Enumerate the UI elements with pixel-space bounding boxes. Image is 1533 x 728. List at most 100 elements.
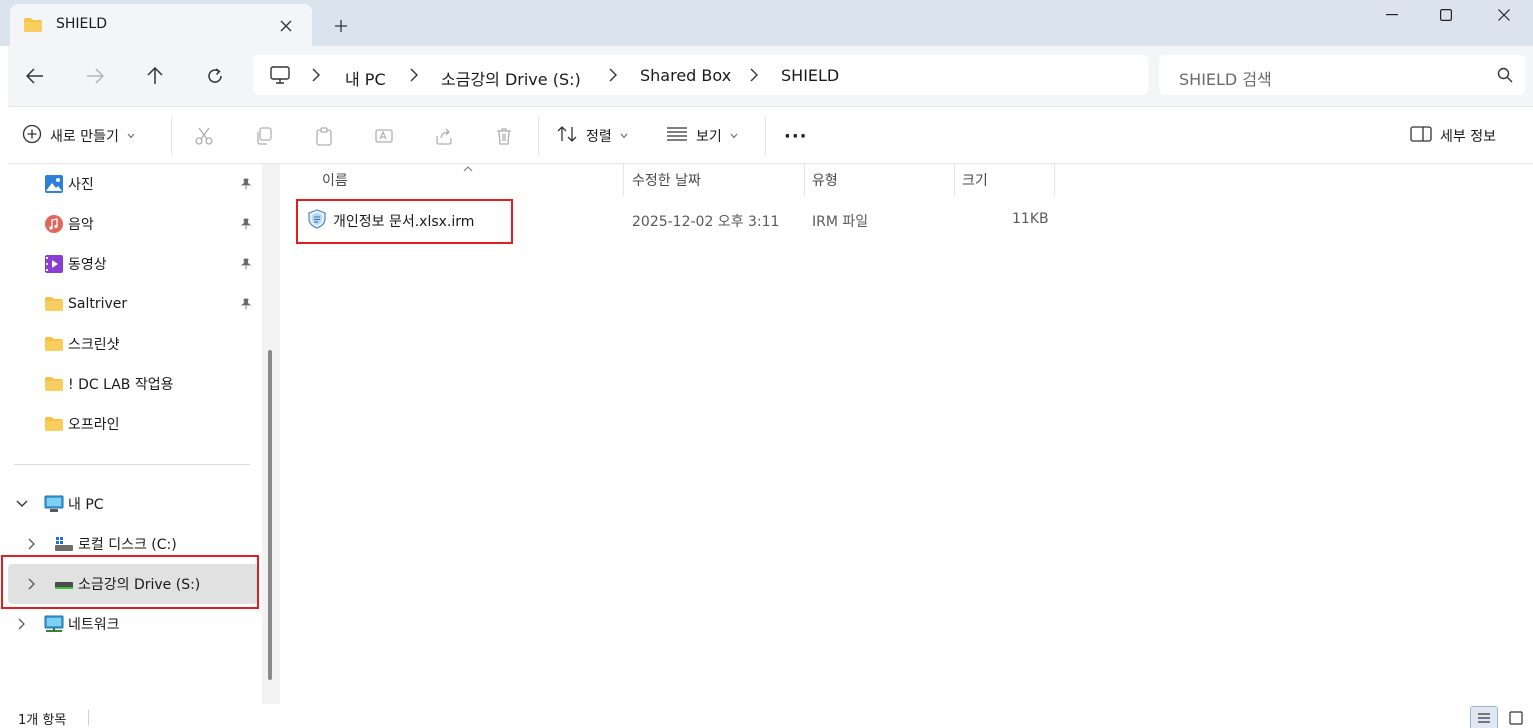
sidebar-divider [14, 464, 250, 465]
refresh-button[interactable] [198, 60, 232, 92]
toolbar-divider [538, 117, 539, 155]
sidebar-item-videos[interactable]: 동영상 [44, 246, 107, 282]
column-divider[interactable] [623, 164, 624, 196]
chevron-down-icon [620, 131, 628, 142]
pin-icon [240, 298, 252, 314]
toolbar-divider [765, 117, 766, 155]
sort-ascending-icon [463, 162, 473, 175]
computer-icon [270, 66, 290, 88]
sidebar-item-saltriver[interactable]: Saltriver [44, 286, 127, 322]
delete-icon[interactable] [492, 125, 516, 147]
rename-icon[interactable] [372, 125, 396, 147]
computer-icon [44, 494, 64, 514]
view-icon [666, 126, 688, 146]
search-box[interactable]: SHIELD 검색 [1159, 55, 1525, 95]
new-tab-button[interactable] [326, 12, 356, 40]
tab-shield[interactable]: SHIELD [10, 4, 312, 46]
sidebar-item-music[interactable]: 음악 [44, 206, 94, 242]
close-tab-icon[interactable] [272, 12, 300, 40]
sort-icon [556, 125, 578, 147]
sort-label: 정렬 [586, 129, 612, 145]
column-header-name[interactable]: 이름 [322, 164, 348, 196]
share-icon[interactable] [432, 125, 456, 147]
search-input[interactable]: SHIELD 검색 [1179, 66, 1272, 90]
chevron-down-icon [127, 131, 135, 142]
drive-icon [54, 534, 74, 554]
tab-title: SHIELD [56, 16, 107, 32]
back-button[interactable] [18, 60, 52, 92]
chevron-right-icon [608, 67, 618, 87]
view-label: 보기 [696, 129, 722, 145]
status-bar: 1개 항목 [0, 704, 1533, 728]
column-header-size[interactable]: 크기 [962, 164, 988, 196]
scrollbar-thumb[interactable] [268, 350, 272, 680]
toolbar-divider [171, 117, 172, 155]
cut-icon[interactable] [192, 125, 216, 147]
sidebar-scrollbar[interactable] [262, 164, 280, 704]
breadcrumb-shared-box[interactable]: Shared Box [640, 66, 731, 85]
sidebar-item-network[interactable]: 네트워크 [44, 606, 120, 642]
details-pane-icon [1410, 126, 1432, 146]
paste-icon[interactable] [312, 125, 336, 147]
chevron-down-icon[interactable] [14, 496, 30, 512]
network-icon [44, 614, 64, 634]
chevron-right-icon[interactable] [24, 536, 40, 552]
sidebar-item-dc-lab[interactable]: ! DC LAB 작업용 [44, 366, 173, 402]
breadcrumb-shield[interactable]: SHIELD [781, 66, 839, 85]
folder-icon [44, 294, 64, 314]
maximize-button[interactable] [1416, 0, 1476, 30]
new-button[interactable]: 새로 만들기 [22, 107, 135, 165]
forward-button[interactable] [78, 60, 112, 92]
chevron-right-icon[interactable] [14, 616, 30, 632]
details-view-button[interactable] [1470, 706, 1498, 728]
pin-icon [240, 218, 252, 234]
title-bar: SHIELD [0, 0, 1533, 46]
minimize-button[interactable] [1362, 0, 1422, 30]
navigation-pane: 사진 음악 동영상 Saltriver 스크린샷 ! DC LAB 작업용 오프… [0, 164, 262, 704]
close-window-button[interactable] [1474, 0, 1533, 30]
file-size: 11KB [1012, 211, 1049, 227]
sidebar-item-photos[interactable]: 사진 [44, 166, 94, 202]
chevron-right-icon [311, 67, 321, 87]
folder-icon [44, 334, 64, 354]
folder-icon [24, 18, 42, 36]
pin-icon [240, 258, 252, 274]
column-divider[interactable] [804, 164, 805, 196]
breadcrumb-my-pc[interactable]: 내 PC [345, 66, 386, 90]
highlight-box-drive [1, 555, 259, 609]
file-modified: 2025-12-02 오후 3:11 [632, 214, 780, 230]
sort-button[interactable]: 정렬 [556, 107, 628, 165]
search-icon [1497, 67, 1513, 87]
command-bar: 새로 만들기 정렬 보기 ··· 세부 정보 [8, 106, 1533, 164]
up-button[interactable] [138, 60, 172, 92]
more-options-button[interactable]: ··· [784, 107, 808, 165]
chevron-down-icon [730, 131, 738, 142]
sidebar-item-this-pc[interactable]: 내 PC [44, 486, 104, 522]
chevron-right-icon [749, 67, 759, 87]
copy-icon[interactable] [252, 125, 276, 147]
new-label: 새로 만들기 [50, 129, 119, 145]
folder-icon [44, 374, 64, 394]
pin-icon [240, 178, 252, 194]
breadcrumb-drive-s[interactable]: 소금강의 Drive (S:) [441, 66, 581, 90]
plus-circle-icon [22, 124, 42, 148]
column-divider[interactable] [954, 164, 955, 196]
navigation-bar: 내 PC 소금강의 Drive (S:) Shared Box SHIELD S… [8, 46, 1533, 106]
chevron-right-icon [409, 67, 419, 87]
column-header-modified[interactable]: 수정한 날짜 [632, 164, 701, 196]
column-divider[interactable] [1054, 164, 1055, 196]
videos-icon [44, 254, 64, 274]
view-button[interactable]: 보기 [666, 107, 738, 165]
address-bar[interactable]: 내 PC 소금강의 Drive (S:) Shared Box SHIELD [253, 55, 1148, 95]
file-type: IRM 파일 [812, 214, 869, 230]
item-count: 1개 항목 [18, 713, 67, 728]
photos-icon [44, 174, 64, 194]
large-icons-view-button[interactable] [1502, 706, 1530, 728]
sidebar-item-offline[interactable]: 오프라인 [44, 406, 120, 442]
highlight-box-file [296, 199, 513, 244]
column-header-type[interactable]: 유형 [812, 164, 838, 196]
folder-icon [44, 414, 64, 434]
sidebar-item-screenshots[interactable]: 스크린샷 [44, 326, 120, 362]
status-divider [88, 710, 89, 726]
details-pane-button[interactable]: 세부 정보 [1410, 107, 1496, 165]
